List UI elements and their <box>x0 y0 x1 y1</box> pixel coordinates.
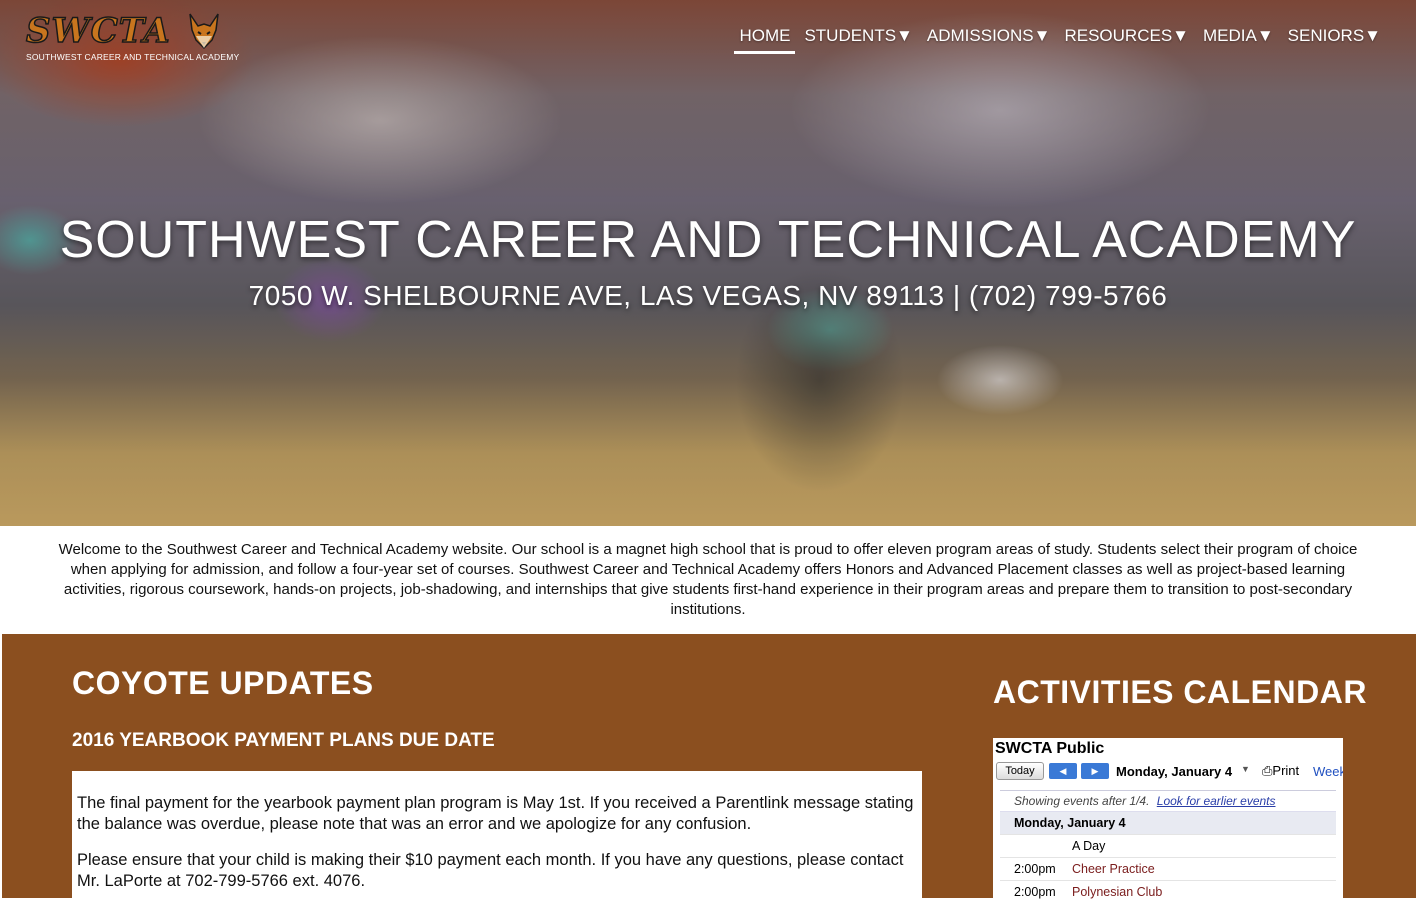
hero-title: SOUTHWEST CAREER AND TECHNICAL ACADEMY <box>59 211 1357 269</box>
event-title: Polynesian Club <box>1072 885 1163 899</box>
day-header: Monday, January 4 <box>1000 811 1336 834</box>
week-tab[interactable]: Week <box>1313 764 1343 779</box>
nav-home[interactable]: HOME <box>734 24 796 54</box>
post-paragraph: Please ensure that your child is making … <box>77 851 904 890</box>
prev-arrow-icon[interactable]: ◀ <box>1049 763 1077 779</box>
event-time: 2:00pm <box>1014 862 1056 876</box>
welcome-text: Welcome to the Southwest Career and Tech… <box>58 541 1358 618</box>
event-title: Cheer Practice <box>1072 862 1155 876</box>
post-title[interactable]: 2016 YEARBOOK PAYMENT PLANS DUE DATE <box>72 730 495 752</box>
post-body: The final payment for the yearbook payme… <box>72 771 922 911</box>
post-paragraph: The final payment for the yearbook payme… <box>77 794 914 833</box>
site-logo[interactable]: SWCTA SOUTHWEST CAREER AND TECHNICAL ACA… <box>25 11 239 62</box>
print-button[interactable]: ⎙Print <box>1262 763 1299 779</box>
main-nav: HOME STUDENTS▼ ADMISSIONS▼ RESOURCES▼ ME… <box>734 24 1386 54</box>
today-button[interactable]: Today <box>996 762 1044 780</box>
calendar-name: SWCTA Public <box>995 740 1105 757</box>
coyote-icon <box>189 13 219 50</box>
events-info: Showing events after 1/4. Look for earli… <box>1000 791 1336 811</box>
hero-address: 7050 W. SHELBOURNE AVE, LAS VEGAS, NV 89… <box>248 280 1168 311</box>
calendar-date: Monday, January 4 <box>1116 764 1233 779</box>
print-label: Print <box>1272 763 1300 778</box>
event-row[interactable]: 2:00pm Cheer Practice <box>1000 857 1336 880</box>
nav-seniors[interactable]: SENIORS▼ <box>1283 24 1386 54</box>
logo-subtitle: SOUTHWEST CAREER AND TECHNICAL ACADEMY <box>26 52 240 62</box>
logo-text: SWCTA <box>25 11 171 51</box>
nav-admissions[interactable]: ADMISSIONS▼ <box>922 24 1056 54</box>
calendar-heading: ACTIVITIES CALENDAR <box>993 674 1367 710</box>
printer-icon: ⎙ <box>1262 763 1273 778</box>
event-list: Showing events after 1/4. Look for earli… <box>1000 790 1336 903</box>
event-time: 2:00pm <box>1014 885 1056 899</box>
nav-resources[interactable]: RESOURCES▼ <box>1059 24 1194 54</box>
earlier-events-link[interactable]: Look for earlier events <box>1157 794 1276 808</box>
event-title: A Day <box>1072 839 1106 853</box>
nav-students[interactable]: STUDENTS▼ <box>799 24 917 54</box>
updates-heading: COYOTE UPDATES <box>72 665 374 701</box>
date-dropdown-icon[interactable]: ▼ <box>1241 764 1250 774</box>
events-info-text: Showing events after 1/4. <box>1014 794 1150 808</box>
calendar-widget: SWCTA Public Today ◀ ▶ Monday, January 4… <box>993 738 1343 908</box>
next-arrow-icon[interactable]: ▶ <box>1081 763 1109 779</box>
event-row[interactable]: 2:00pm Polynesian Club <box>1000 880 1336 903</box>
nav-media[interactable]: MEDIA▼ <box>1198 24 1279 54</box>
event-row[interactable]: A Day <box>1000 834 1336 857</box>
